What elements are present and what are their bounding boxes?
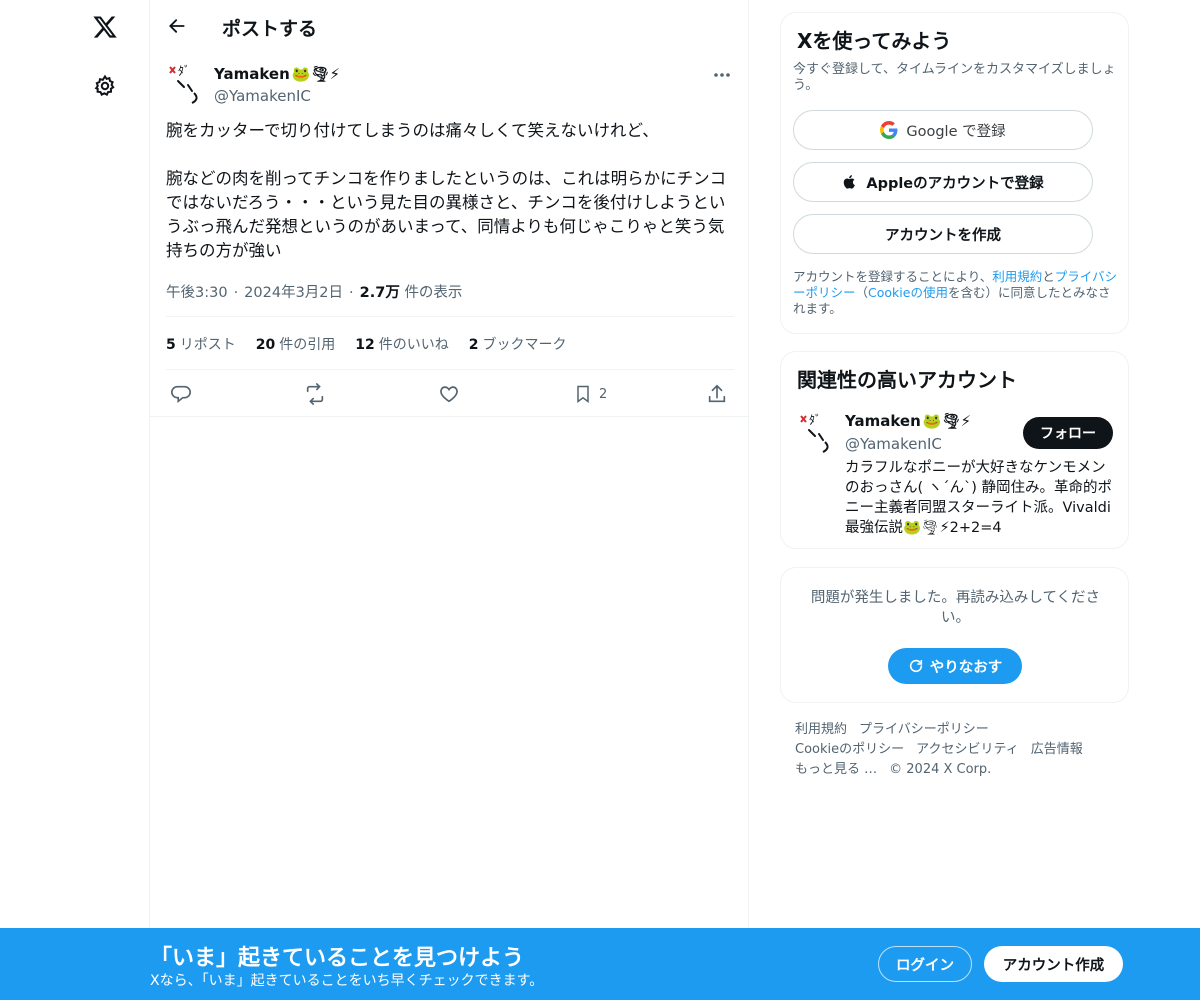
related-title: 関連性の高いアカウント xyxy=(797,368,1017,392)
like-heart-icon[interactable] xyxy=(438,379,460,409)
signup-subtitle: 今すぐ登録して、タイムラインをカスタマイズしましょう。 xyxy=(793,62,1116,93)
apple-signup-label: Appleのアカウントで登録 xyxy=(866,175,1044,192)
left-nav xyxy=(0,0,150,1000)
signup-card: Xを使ってみよう 今すぐ登録して、タイムラインをカスタマイズしましょう。 Goo… xyxy=(780,12,1129,334)
footer-link[interactable]: 広告情報 xyxy=(1031,742,1083,757)
error-card: 問題が発生しました。再読み込みしてください。 やりなおす xyxy=(780,567,1129,703)
footer-link[interactable]: もっと見る … xyxy=(795,762,877,777)
author-emoji: 🐸🌪⚡ xyxy=(291,65,341,83)
cookie-link[interactable]: Cookieの使用 xyxy=(868,285,948,300)
author-handle[interactable]: @YamakenIC xyxy=(214,87,311,105)
related-accounts-card: 関連性の高いアカウント ﾀﾞ Yamaken 🐸🌪⚡ @YamakenIC フォ… xyxy=(780,351,1129,549)
bottom-banner: 「いま」起きていることを見つけよう Xなら、「いま」起きていることをいち早くチェ… xyxy=(0,928,1200,1000)
stat-likes[interactable]: 12 件のいいね xyxy=(355,334,448,354)
error-message: 問題が発生しました。再読み込みしてください。 xyxy=(810,590,1101,626)
main-column: ポストする ﾀﾞ Yamaken 🐸🌪⚡ @YamakenIC 腕をカッターで切… xyxy=(150,0,749,1000)
stat-reposts[interactable]: 5 リポスト xyxy=(166,334,236,354)
follow-button[interactable]: フォロー xyxy=(1023,417,1113,449)
login-button[interactable]: ログイン xyxy=(878,946,972,982)
post-actions: 2 xyxy=(166,379,734,409)
svg-text:ﾀﾞ: ﾀﾞ xyxy=(809,413,821,427)
related-account-handle[interactable]: @YamakenIC xyxy=(845,435,942,453)
reply-icon[interactable] xyxy=(170,379,192,409)
author-name-text: Yamaken xyxy=(214,65,290,83)
post: ﾀﾞ Yamaken 🐸🌪⚡ @YamakenIC 腕をカッターで切り付けてしま… xyxy=(150,53,749,417)
retry-button[interactable]: やりなおす xyxy=(888,648,1022,684)
apple-signup-button[interactable]: Appleのアカウントで登録 xyxy=(793,162,1093,202)
post-text: 腕をカッターで切り付けてしまうのは痛々しくて笑えないけれど、 腕などの肉を削って… xyxy=(166,121,727,260)
terms-link[interactable]: 利用規約 xyxy=(992,269,1042,284)
page-title: ポストする xyxy=(222,18,318,40)
google-icon xyxy=(880,121,898,139)
signup-button[interactable]: アカウント作成 xyxy=(984,946,1123,982)
meta-dot: · xyxy=(233,285,239,301)
divider xyxy=(166,369,734,370)
copyright: © 2024 X Corp. xyxy=(889,762,992,777)
apple-icon xyxy=(844,175,856,189)
meta-dot: · xyxy=(349,285,354,301)
views-label: 件の表示 xyxy=(404,285,463,301)
post-date[interactable]: 2024年3月2日 xyxy=(244,281,343,302)
post-time[interactable]: 午後3:30 xyxy=(166,281,228,302)
avatar[interactable]: ﾀﾞ xyxy=(797,412,837,454)
related-account-bio: カラフルなポニーが大好きなケンモメンのおっさん( ヽ´ん`) 静岡住み。革命的ポ… xyxy=(845,460,1113,536)
back-arrow-icon[interactable] xyxy=(164,13,190,39)
more-options-icon[interactable] xyxy=(710,65,734,85)
x-logo-icon[interactable] xyxy=(88,10,122,44)
related-account-name[interactable]: Yamaken 🐸🌪⚡ xyxy=(845,412,971,430)
signup-title: Xを使ってみよう xyxy=(797,29,952,53)
footer-link[interactable]: プライバシーポリシー xyxy=(859,722,989,737)
stat-bookmarks[interactable]: 2 ブックマーク xyxy=(469,334,567,354)
footer-link[interactable]: アクセシビリティ xyxy=(916,742,1019,757)
footer-links: 利用規約 プライバシーポリシー Cookieのポリシー アクセシビリティ 広告情報 も… xyxy=(795,720,1115,780)
bookmark-button[interactable]: 2 xyxy=(573,379,607,409)
page-header: ポストする xyxy=(150,0,749,53)
stat-quotes[interactable]: 20 件の引用 xyxy=(256,334,335,354)
banner-title: 「いま」起きていることを見つけよう xyxy=(150,946,525,971)
repost-icon[interactable] xyxy=(303,379,327,409)
bookmark-count: 2 xyxy=(599,386,608,402)
post-meta: 午後3:30 · 2024年3月2日 · 2.7万 件の表示 xyxy=(166,281,462,302)
refresh-icon xyxy=(909,659,922,673)
google-signup-button[interactable]: Google で登録 xyxy=(793,110,1093,150)
footer-link[interactable]: 利用規約 xyxy=(795,722,847,737)
banner-subtitle: Xなら、「いま」起きていることをいち早くチェックできます。 xyxy=(150,973,544,989)
post-stats: 5 リポスト 20 件の引用 12 件のいいね 2 ブックマーク xyxy=(166,334,566,354)
avatar[interactable]: ﾀﾞ xyxy=(166,63,206,105)
share-icon[interactable] xyxy=(706,379,728,409)
footer-link[interactable]: Cookieのポリシー xyxy=(795,742,904,757)
divider xyxy=(166,316,734,317)
views-count: 2.7万 xyxy=(359,285,400,301)
gear-icon[interactable] xyxy=(89,70,121,102)
author-name[interactable]: Yamaken 🐸🌪⚡ xyxy=(214,65,340,83)
google-signup-label: Google で登録 xyxy=(906,123,1006,140)
svg-text:ﾀﾞ: ﾀﾞ xyxy=(178,64,190,78)
terms-text: アカウントを登録することにより、利用規約とプライバシーポリシー（Cookieの使… xyxy=(793,269,1118,316)
create-account-button[interactable]: アカウントを作成 xyxy=(793,214,1093,254)
